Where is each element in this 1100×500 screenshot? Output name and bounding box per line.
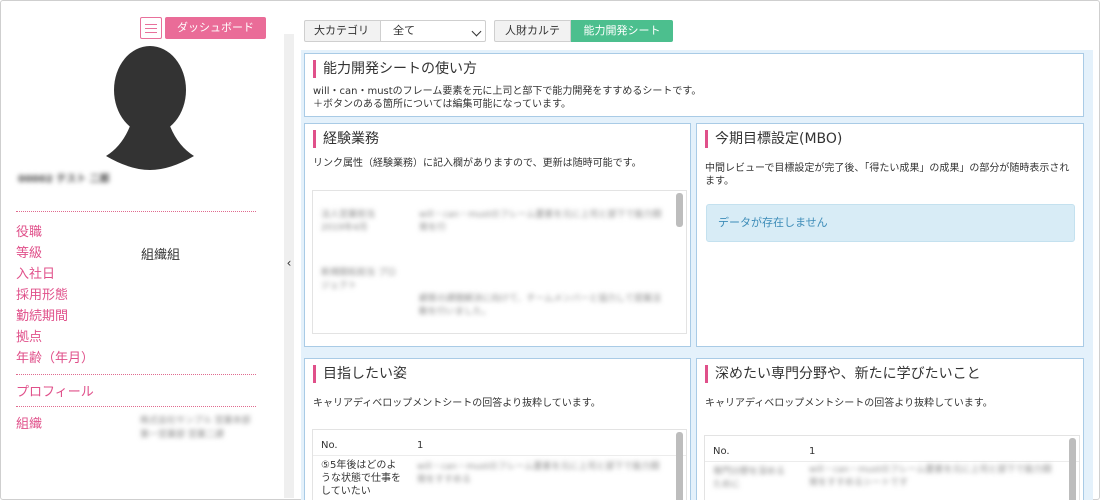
- specialty-no-label: No.: [713, 446, 730, 457]
- info-label-age: 年齢（年月）: [16, 347, 94, 366]
- hamburger-menu-icon[interactable]: [140, 17, 162, 39]
- info-value-grade: 組織組: [141, 244, 180, 263]
- specialty-list[interactable]: No. 1 専門分野を深めるために will・can・mustのフレーム要素を元…: [704, 435, 1080, 500]
- category-label: 大カテゴリ: [304, 20, 381, 42]
- specialty-question: 専門分野を深めるために: [713, 466, 793, 492]
- specialty-title: 深めたい専門分野や、新たに学びたいこと: [705, 365, 981, 383]
- scrollbar-thumb[interactable]: [676, 432, 683, 500]
- experience-list[interactable]: 法人営業担当 2019年4月 will・can・mustのフレーム要素を元に上司…: [312, 190, 687, 334]
- ideal-answer: will・can・mustのフレーム要素を元に上司と部下で能力開発をすすめる: [417, 461, 667, 487]
- howto-card: 能力開発シートの使い方 will・can・mustのフレーム要素を元に上司と部下…: [304, 53, 1084, 117]
- ideal-desc: キャリアディベロップメントシートの回答より抜粋しています。: [313, 397, 601, 410]
- info-label-organization: 組織: [16, 413, 42, 432]
- howto-line-1: will・can・mustのフレーム要素を元に上司と部下で能力開発をすすめるシー…: [313, 85, 701, 98]
- info-label-join-date: 入社日: [16, 263, 55, 282]
- info-label-grade: 等級: [16, 242, 42, 261]
- howto-line-2: ＋ボタンのある箇所については編集可能になっています。: [313, 98, 571, 111]
- info-label-employment-type: 採用形態: [16, 284, 68, 303]
- scrollbar-thumb[interactable]: [676, 193, 683, 227]
- chevron-down-icon: [472, 27, 482, 37]
- divider: [313, 455, 686, 456]
- scrollbar-thumb[interactable]: [1069, 438, 1076, 500]
- ideal-card: 目指したい姿 キャリアディベロップメントシートの回答より抜粋しています。 No.…: [304, 358, 691, 500]
- ideal-question: ⑤5年後はどのような状態で仕事をしていたい: [321, 459, 405, 498]
- specialty-card: 深めたい専門分野や、新たに学びたいこと キャリアディベロップメントシートの回答よ…: [696, 358, 1084, 500]
- mbo-desc: 中間レビューで目標設定が完了後、「得たい成果」の成果」の部分が随時表示されます。: [705, 162, 1075, 188]
- tab-development-sheet[interactable]: 能力開発シート: [571, 20, 673, 42]
- tab-personnel-chart[interactable]: 人財カルテ: [494, 20, 571, 42]
- specialty-no-value: 1: [809, 446, 815, 457]
- divider: [16, 211, 256, 212]
- info-value-organization: 株式会社サンプル 営業本部 第一営業部 営業二課: [140, 414, 258, 442]
- experience-row-value: 顧客の課題解決に向けて、チームメンバーと協力して提案活動を行いました。: [419, 293, 669, 319]
- ideal-title: 目指したい姿: [313, 365, 407, 383]
- specialty-answer: will・can・mustのフレーム要素を元に上司と部下で能力開発をすすめるシー…: [809, 464, 1059, 490]
- avatar-placeholder-icon: [100, 46, 200, 170]
- specialty-desc: キャリアディベロップメントシートの回答より抜粋しています。: [705, 397, 993, 410]
- ideal-no-value: 1: [417, 440, 423, 451]
- experience-row-value: will・can・mustのフレーム要素を元に上司と部下で能力開発を行: [419, 209, 669, 235]
- info-label-location: 拠点: [16, 326, 42, 345]
- ideal-no-label: No.: [321, 440, 338, 451]
- mbo-card: 今期目標設定(MBO) 中間レビューで目標設定が完了後、「得たい成果」の成果」の…: [696, 123, 1084, 347]
- experience-card: 経験業務 リンク属性（経験業務）に記入欄がありますので、更新は随時可能です。 法…: [304, 123, 691, 347]
- dashboard-button[interactable]: ダッシュボード: [165, 17, 266, 39]
- profile-sidebar: ダッシュボード 00002 テスト 二郎 役職 等級 組織組 入社日 採用形態 …: [0, 0, 282, 500]
- divider: [16, 406, 256, 407]
- experience-title: 経験業務: [313, 130, 379, 148]
- mbo-no-data-alert: データが存在しません: [706, 204, 1075, 242]
- info-label-tenure: 勤続期間: [16, 305, 68, 324]
- mbo-title: 今期目標設定(MBO): [705, 130, 842, 148]
- experience-row-key: 新規開拓担当 プロジェクト: [321, 267, 396, 293]
- divider: [705, 461, 1079, 462]
- category-select-value: 全て: [393, 24, 415, 37]
- category-select[interactable]: 全て: [380, 20, 486, 42]
- employee-name: 00002 テスト 二郎: [18, 170, 138, 184]
- divider: [16, 374, 256, 375]
- profile-link[interactable]: プロフィール: [16, 381, 94, 400]
- chevron-left-icon[interactable]: ‹: [284, 256, 294, 270]
- howto-title: 能力開発シートの使い方: [313, 60, 477, 78]
- experience-row-key: 法人営業担当 2019年4月: [321, 209, 396, 235]
- experience-desc: リンク属性（経験業務）に記入欄がありますので、更新は随時可能です。: [313, 157, 642, 170]
- info-label-position: 役職: [16, 221, 42, 240]
- ideal-list[interactable]: No. 1 ⑤5年後はどのような状態で仕事をしていたい will・can・mus…: [312, 429, 687, 500]
